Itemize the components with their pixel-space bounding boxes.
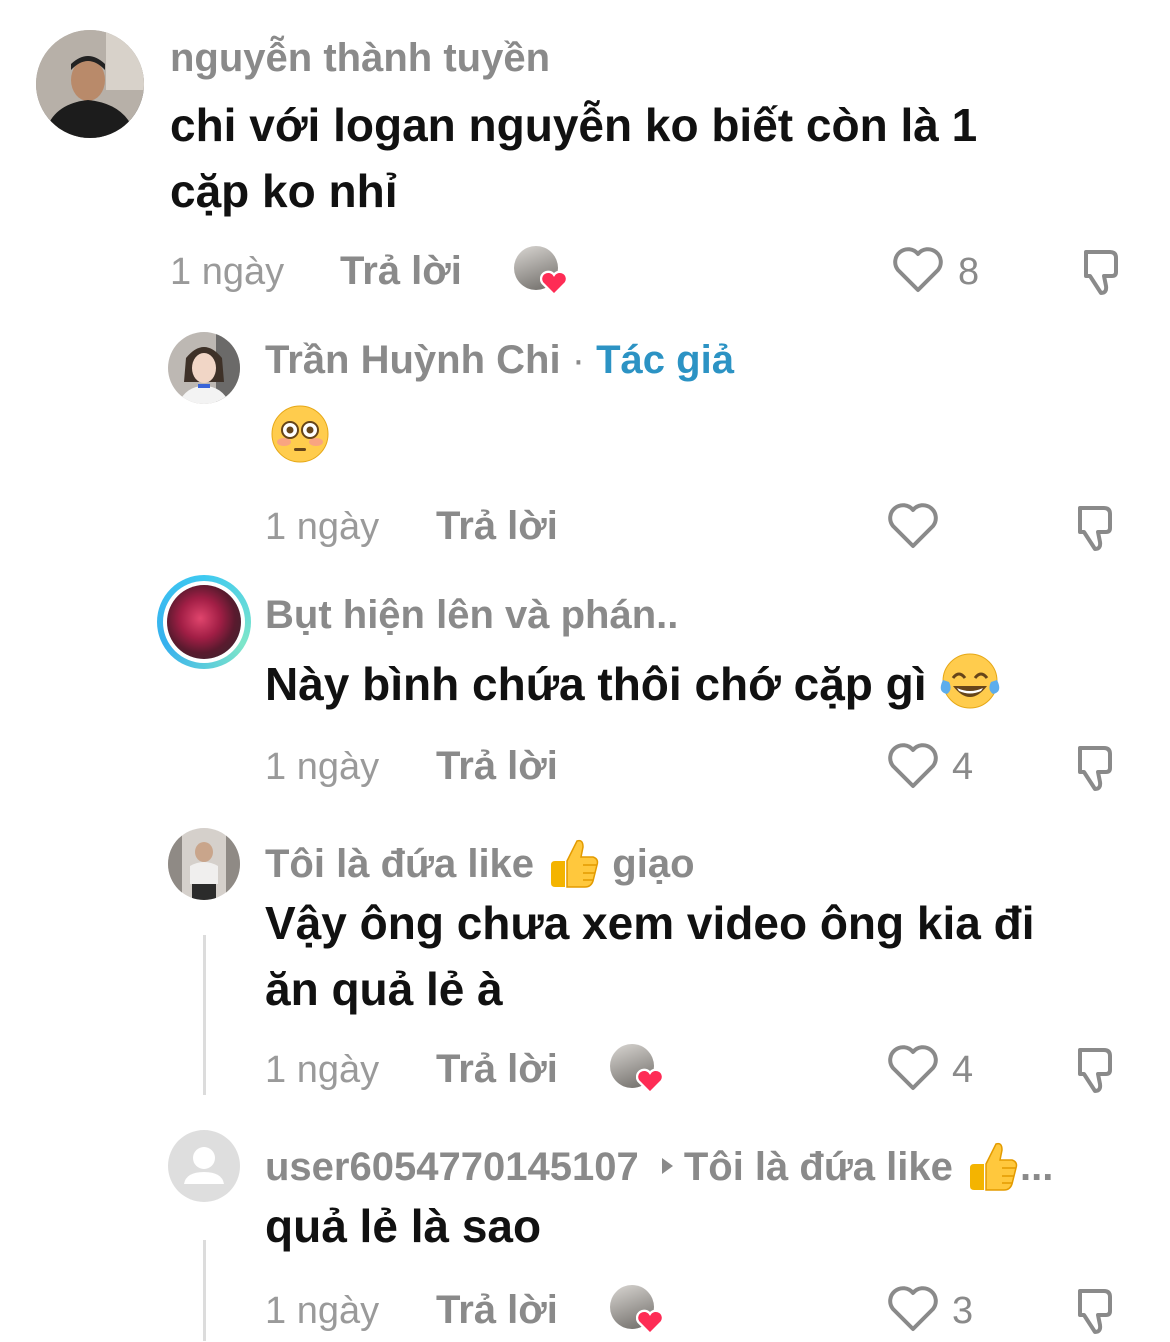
- comment-text: Này bình chứa thôi chớ cặp gì: [265, 650, 1001, 717]
- thumbs-down-outline-icon: [1084, 250, 1118, 295]
- comment-text-line: chi với logan nguyễn ko biết còn là 1: [170, 99, 978, 151]
- avatar-toi-la-dua-like[interactable]: [168, 828, 240, 900]
- avatar-image: [168, 332, 240, 404]
- heart-outline-icon: [888, 743, 938, 788]
- reply-button[interactable]: Trả lời: [436, 746, 558, 786]
- avatar-default-user[interactable]: [168, 1130, 240, 1202]
- thumbs-up-emoji: [551, 839, 599, 888]
- comment-username: Trần Huỳnh Chi · Tác giả: [265, 340, 734, 380]
- author-liked-badge: [610, 1285, 668, 1337]
- avatar-but-hien-len[interactable]: [157, 575, 251, 669]
- dislike-button[interactable]: [1072, 246, 1124, 298]
- reply-button[interactable]: Trả lời: [436, 1290, 558, 1330]
- comment-text: chi với logan nguyễn ko biết còn là 1 cặ…: [170, 92, 1130, 224]
- comment-timestamp: 1 ngày: [265, 1049, 380, 1091]
- comment-timestamp: 1 ngày: [265, 1290, 380, 1332]
- dislike-button[interactable]: [1066, 742, 1118, 794]
- heart-outline-icon: [888, 1286, 938, 1331]
- comment-text-line: Này bình chứa thôi chớ cặp gì: [265, 658, 927, 710]
- heart-badge-icon: [540, 270, 568, 296]
- comment-timestamp: 1 ngày: [265, 746, 380, 788]
- default-user-icon: [184, 1147, 224, 1184]
- dislike-button[interactable]: [1066, 1285, 1118, 1337]
- comment-username[interactable]: Tôi là đứa like giạo: [265, 835, 695, 891]
- comment-timestamp: 1 ngày: [265, 506, 380, 548]
- avatar-nguyen-thanh-tuyen[interactable]: [36, 30, 144, 138]
- reply-button[interactable]: Trả lời: [436, 1049, 558, 1089]
- comment-username[interactable]: Bụt hiện lên và phán..: [265, 595, 678, 635]
- like-button[interactable]: [892, 246, 944, 294]
- reply-button[interactable]: Trả lời: [436, 506, 558, 546]
- author-liked-badge: [610, 1044, 668, 1096]
- comment-text-line: cặp ko nhỉ: [170, 165, 398, 217]
- username-part: giạo: [612, 842, 695, 886]
- like-count: 4: [952, 746, 974, 788]
- tears-of-joy-emoji: [941, 653, 1000, 709]
- comment-text-line: ăn quả lẻ à: [265, 963, 503, 1015]
- like-button[interactable]: [887, 502, 939, 550]
- thumbs-down-outline-icon: [1078, 506, 1112, 551]
- avatar-tran-huynh-chi[interactable]: [168, 332, 240, 404]
- ellipsis: ...: [1020, 1145, 1054, 1189]
- heart-badge-icon: [636, 1309, 664, 1335]
- reply-button[interactable]: Trả lời: [340, 251, 462, 291]
- heart-badge-icon: [636, 1068, 664, 1094]
- like-count: 4: [952, 1049, 974, 1091]
- avatar-ring-gap: [163, 581, 245, 663]
- username-text[interactable]: Trần Huỳnh Chi: [265, 338, 561, 382]
- separator-dot: ·: [560, 338, 597, 382]
- like-button[interactable]: [887, 1285, 939, 1333]
- comment-text-line: Vậy ông chưa xem video ông kia đi: [265, 897, 1035, 949]
- dislike-button[interactable]: [1066, 502, 1118, 554]
- avatar-image: [36, 30, 144, 138]
- flushed-face-emoji: [270, 404, 330, 464]
- thumbs-up-emoji: [970, 1142, 1018, 1191]
- reply-to-username[interactable]: Tôi là đứa like: [684, 1145, 953, 1189]
- thumbs-down-outline-icon: [1078, 746, 1112, 791]
- heart-outline-icon: [888, 1045, 938, 1090]
- avatar-image: [168, 828, 240, 900]
- comment-text: Vậy ông chưa xem video ông kia đi ăn quả…: [265, 890, 1145, 1022]
- dislike-button[interactable]: [1066, 1044, 1118, 1096]
- heart-outline-icon: [888, 503, 938, 548]
- like-count: 8: [958, 251, 980, 293]
- username-part: Tôi là đứa like: [265, 842, 535, 886]
- thumbs-down-outline-icon: [1078, 1048, 1112, 1093]
- like-count: 3: [952, 1290, 974, 1332]
- comment-timestamp: 1 ngày: [170, 251, 285, 293]
- comment-username: user6054770145107 Tôi là đứa like ...: [265, 1138, 1053, 1194]
- username-text[interactable]: user6054770145107: [265, 1145, 639, 1189]
- like-button[interactable]: [887, 1044, 939, 1092]
- avatar-image: [167, 585, 241, 659]
- caret-right-icon: [661, 1158, 673, 1174]
- flushed-face-emoji-icon: [271, 405, 329, 463]
- thread-line: [203, 935, 206, 1095]
- heart-outline-icon: [893, 247, 943, 292]
- author-tag: Tác giả: [596, 338, 734, 382]
- thread-line: [203, 1240, 206, 1341]
- author-liked-badge: [514, 246, 572, 298]
- thumbs-down-outline-icon: [1078, 1289, 1112, 1334]
- comment-text: quả lẻ là sao: [265, 1200, 542, 1252]
- like-button[interactable]: [887, 742, 939, 790]
- comment-username[interactable]: nguyễn thành tuyền: [170, 38, 550, 78]
